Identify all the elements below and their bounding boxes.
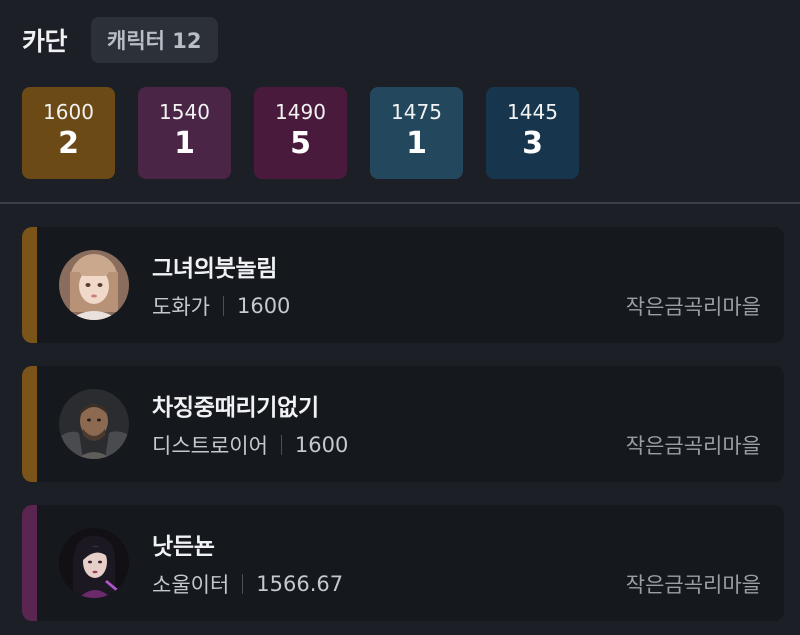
- character-item-level: 1566.67: [256, 572, 344, 596]
- section-divider: [0, 202, 800, 204]
- character-meta: 도화가 1600: [152, 291, 290, 321]
- character-name: 차징중때리기없기: [152, 395, 319, 421]
- class-accent-bar: [22, 505, 37, 621]
- server-header: 카단 캐릭터 12: [22, 17, 218, 63]
- character-row[interactable]: 낫든뇬 소울이터 1566.67 작은금곡리마을: [22, 505, 784, 621]
- class-accent-bar: [22, 366, 37, 482]
- meta-separator: [280, 435, 282, 455]
- character-class: 소울이터: [152, 573, 230, 597]
- character-row[interactable]: 차징중때리기없기 디스트로이어 1600 작은금곡리마을: [22, 366, 784, 482]
- character-item-level: 1600: [294, 433, 349, 457]
- level-group-level: 1490: [275, 100, 326, 124]
- meta-separator: [242, 574, 244, 594]
- character-meta: 소울이터 1566.67: [152, 569, 343, 599]
- level-group-card[interactable]: 1475 1: [370, 87, 463, 179]
- guild-name: 작은금곡리마을: [625, 573, 761, 597]
- guild-name: 작은금곡리마을: [625, 434, 761, 458]
- level-group-card[interactable]: 1490 5: [254, 87, 347, 179]
- character-list: 그녀의붓놀림 도화가 1600 작은금곡리마을 차징중때리기없기 디스트로이어 …: [22, 227, 784, 635]
- level-group-count: 1: [406, 126, 427, 161]
- server-name: 카단: [22, 27, 68, 56]
- level-group-level: 1600: [43, 100, 94, 124]
- character-count-badge: 캐릭터 12: [91, 17, 218, 63]
- guild-name: 작은금곡리마을: [625, 295, 761, 319]
- level-summary: 1600 2 1540 1 1490 5 1475 1 1445 3: [22, 87, 602, 179]
- level-group-level: 1540: [159, 100, 210, 124]
- character-row[interactable]: 그녀의붓놀림 도화가 1600 작은금곡리마을: [22, 227, 784, 343]
- level-group-count: 3: [522, 126, 543, 161]
- character-name: 그녀의붓놀림: [152, 256, 278, 282]
- female-souleater-portrait-icon: [59, 528, 129, 598]
- character-class: 도화가: [152, 295, 210, 319]
- character-meta: 디스트로이어 1600: [152, 430, 348, 460]
- level-group-count: 2: [58, 126, 79, 161]
- level-group-card[interactable]: 1445 3: [486, 87, 579, 179]
- level-group-card[interactable]: 1540 1: [138, 87, 231, 179]
- female-artist-portrait-icon: [59, 250, 129, 320]
- character-list-page: 카단 캐릭터 12 1600 2 1540 1 1490 5 1475 1 14…: [0, 0, 800, 635]
- class-accent-bar: [22, 227, 37, 343]
- level-group-count: 1: [174, 126, 195, 161]
- level-group-card[interactable]: 1600 2: [22, 87, 115, 179]
- character-class: 디스트로이어: [152, 434, 268, 458]
- level-group-count: 5: [290, 126, 311, 161]
- level-group-level: 1475: [391, 100, 442, 124]
- character-name: 낫든뇬: [152, 534, 215, 560]
- character-item-level: 1600: [236, 294, 291, 318]
- male-warrior-portrait-icon: [59, 389, 129, 459]
- level-group-level: 1445: [507, 100, 558, 124]
- meta-separator: [222, 296, 224, 316]
